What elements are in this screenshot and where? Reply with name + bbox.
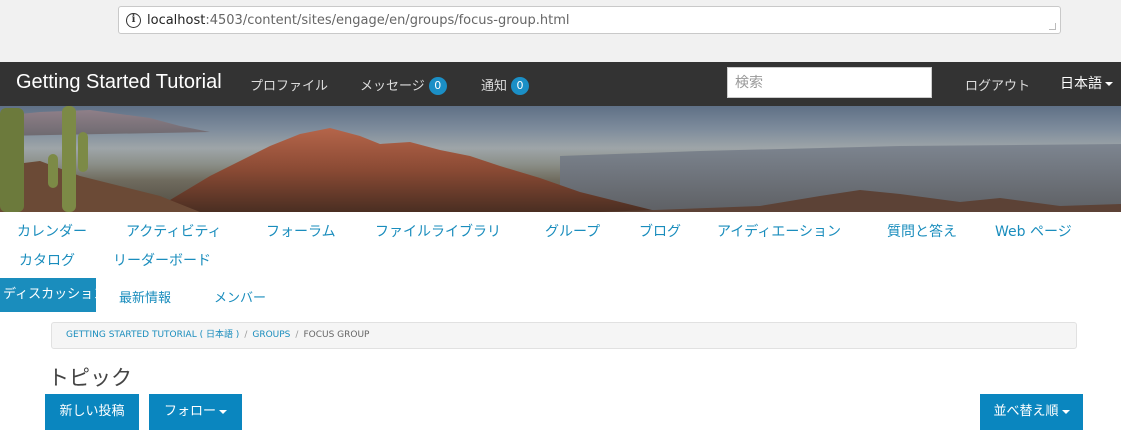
- profile-link[interactable]: プロファイル: [250, 75, 328, 94]
- breadcrumb-separator: /: [244, 330, 248, 340]
- brand-link[interactable]: Getting Started Tutorial: [16, 71, 222, 94]
- desert-mountain-illustration: [0, 106, 1121, 212]
- follow-label: フォロー: [163, 404, 216, 419]
- address-bar[interactable]: i localhost:4503/content/sites/engage/en…: [118, 6, 1061, 34]
- messages-link[interactable]: メッセージ 0: [360, 75, 447, 95]
- community-nav-qna[interactable]: 質問と答え: [887, 221, 957, 241]
- page-title: トピック: [48, 366, 132, 390]
- community-nav-blog[interactable]: ブログ: [639, 221, 681, 241]
- banner-image: [0, 106, 1121, 212]
- language-label: 日本語: [1060, 76, 1102, 92]
- community-nav-leaderboard[interactable]: リーダーボード: [113, 250, 211, 270]
- breadcrumb: GETTING STARTED TUTORIAL ( 日本語 ) / GROUPS /…: [51, 322, 1077, 349]
- tab-discussion[interactable]: ディスカッション: [0, 278, 96, 312]
- language-dropdown[interactable]: 日本語: [1060, 73, 1113, 93]
- community-nav-web-page[interactable]: Web ページ: [995, 221, 1072, 241]
- community-nav-catalog[interactable]: カタログ: [19, 250, 75, 270]
- community-nav-file-library[interactable]: ファイルライブラリ: [375, 221, 501, 241]
- search-input[interactable]: [727, 67, 932, 98]
- info-icon[interactable]: i: [126, 13, 141, 28]
- tab-latest[interactable]: 最新情報: [119, 287, 171, 306]
- notifications-label: 通知: [481, 79, 508, 94]
- notifications-count-badge: 0: [511, 77, 530, 95]
- community-nav-forum[interactable]: フォーラム: [266, 221, 336, 241]
- community-nav-groups[interactable]: グループ: [545, 221, 600, 241]
- breadcrumb-item-tutorial[interactable]: GETTING STARTED TUTORIAL ( 日本語 ): [66, 330, 239, 340]
- breadcrumb-item-groups[interactable]: GROUPS: [252, 330, 290, 340]
- breadcrumb-separator: /: [295, 330, 299, 340]
- sort-label: 並べ替え順: [993, 404, 1059, 419]
- community-nav-activity[interactable]: アクティビティ: [126, 221, 222, 241]
- follow-dropdown-button[interactable]: フォロー: [149, 394, 242, 430]
- logout-link[interactable]: ログアウト: [965, 75, 1030, 94]
- notifications-link[interactable]: 通知 0: [481, 75, 530, 95]
- browser-chrome: i localhost:4503/content/sites/engage/en…: [0, 0, 1121, 62]
- caret-down-icon: [219, 409, 227, 414]
- url-text[interactable]: localhost:4503/content/sites/engage/en/g…: [147, 13, 569, 28]
- new-post-button[interactable]: 新しい投稿: [45, 394, 139, 430]
- resize-grip-icon: [1049, 23, 1056, 30]
- community-nav-ideation[interactable]: アイディエーション: [717, 221, 841, 241]
- top-navbar: Getting Started Tutorial プロファイル メッセージ 0 通…: [0, 62, 1121, 106]
- caret-down-icon: [1105, 82, 1113, 86]
- tab-members[interactable]: メンバー: [214, 287, 266, 306]
- breadcrumb-item-current: FOCUS GROUP: [303, 330, 370, 340]
- messages-label: メッセージ: [360, 79, 425, 94]
- messages-count-badge: 0: [428, 77, 447, 95]
- caret-down-icon: [1061, 409, 1070, 414]
- sort-dropdown-button[interactable]: 並べ替え順: [980, 394, 1083, 430]
- community-nav-calendar[interactable]: カレンダー: [17, 221, 87, 241]
